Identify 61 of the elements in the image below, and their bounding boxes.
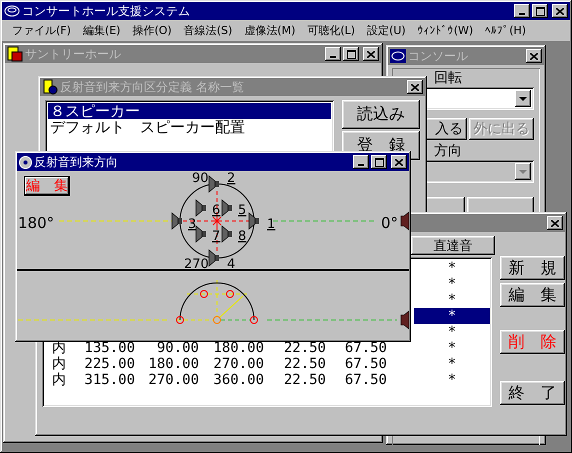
column-header[interactable]: 直達音 [411,236,495,255]
table-cell[interactable]: * [414,260,490,276]
table-cell: 270.00 [213,356,264,372]
angle-label: 0° [381,214,398,232]
action-button[interactable]: 終 了 [500,381,565,405]
menu-item[interactable]: 編集(E) [76,22,126,38]
window-title: 反射音到来方向 [34,154,118,170]
table-cell: 67.50 [344,372,387,388]
window-title: 反射音到来方向区分定義 名称一覧 [60,78,244,96]
table-cell: 22.50 [284,372,326,388]
table-cell: 225.00 [84,356,135,372]
speaker-label: 8 [238,229,246,244]
list-item[interactable]: ８スピーカー [48,103,331,119]
table-cell[interactable]: * [414,372,490,388]
menu-item[interactable]: ファイル(F) [6,22,77,38]
table-cell[interactable]: * [414,324,490,340]
angle-label: 270 [184,257,209,272]
table-cell: 180.00 [148,356,199,372]
action-button[interactable]: 新 規 [500,256,565,280]
table-cell: 270.00 [148,372,199,388]
table-cell[interactable]: * [414,292,490,308]
field-label: 方向 [434,143,463,159]
table-cell: 360.00 [213,372,264,388]
table-cell: 内 [52,372,66,388]
menu-item[interactable]: 操作(O) [126,22,178,38]
angle-label: 90 [192,171,209,186]
table-cell: 180.00 [213,340,264,356]
table-cell: 22.50 [284,340,326,356]
menu-item[interactable]: ﾍﾙﾌﾟ(H) [479,24,532,36]
menu-item[interactable]: ｳｨﾝﾄﾞｳ(W) [412,24,480,36]
speaker-label: 7 [212,229,220,244]
table-cell: 67.50 [344,356,387,372]
table-cell: 22.50 [284,356,326,372]
table-cell: 67.50 [344,340,387,356]
table-cell: 135.00 [84,340,135,356]
table-cell: 内 [52,340,66,356]
menu-item[interactable]: 音線法(S) [178,22,238,38]
table-cell[interactable]: * [414,340,490,356]
speaker-label: 3 [188,217,196,232]
speaker-label: 1 [267,217,276,232]
list-button[interactable]: 読込み [342,100,420,129]
table-cell[interactable]: * [414,276,490,292]
table-cell: 315.00 [84,372,135,388]
table-cell: 内 [52,356,66,372]
menu-item[interactable]: 虚像法(M) [238,22,302,38]
menu-item[interactable]: 設定(U) [361,22,412,38]
window-title: サントリーホール [25,46,121,62]
table-cell[interactable]: * [414,308,490,324]
action-button[interactable]: 編 集 [500,283,565,307]
window-title: コンサートホール支援システム [22,2,190,20]
table-cell: 90.00 [156,340,199,356]
table-cell[interactable]: * [414,356,490,372]
speaker-label: 5 [238,203,246,218]
speaker-label: 4 [227,257,236,272]
angle-label: 180° [18,214,54,232]
field-label: 回転 [434,70,463,86]
menu-item[interactable]: 可聴化(L) [301,22,362,38]
speaker-label: 6 [212,203,220,218]
window-title: コンソール [408,48,468,64]
speaker-label: 2 [227,171,236,186]
list-item[interactable]: デフォルト スピーカー配置 [48,119,331,135]
